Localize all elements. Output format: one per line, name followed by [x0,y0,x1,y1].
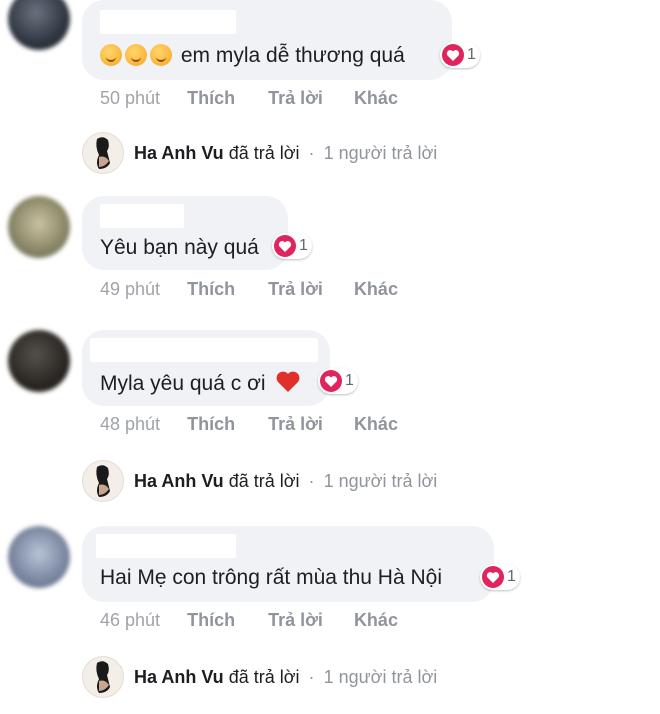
commenter-avatar[interactable] [8,526,70,588]
replier-avatar [82,656,124,698]
replier-name[interactable]: Ha Anh Vu [134,143,224,163]
more-button[interactable]: Khác [354,88,398,109]
replier-avatar [82,132,124,174]
comment-actions: 46 phút Thích Trả lời Khác [100,610,398,631]
smiling-face-icon [150,44,172,66]
reply-summary-text: Ha Anh Vu đã trả lời · 1 người trả lời [134,471,437,492]
smiling-face-icon [100,44,122,66]
reply-summary-text: Ha Anh Vu đã trả lời · 1 người trả lời [134,143,437,164]
love-reaction-icon [482,566,504,588]
replier-name[interactable]: Ha Anh Vu [134,667,224,687]
comment-bubble[interactable]: Myla yêu quá c ơi [82,330,330,406]
reaction-count: 1 [345,372,354,389]
replier-avatar [82,460,124,502]
comment-time[interactable]: 50 phút [100,88,160,109]
like-button[interactable]: Thích [187,279,235,300]
comment-text-content: Hai Mẹ con trông rất mùa thu Hà Nội [100,566,442,589]
more-button[interactable]: Khác [354,414,398,435]
love-reaction-icon [320,370,342,392]
reply-summary[interactable]: Ha Anh Vu đã trả lời · 1 người trả lời [82,132,437,174]
reply-button[interactable]: Trả lời [268,88,323,109]
reaction-count: 1 [467,46,476,63]
comment-time[interactable]: 46 phút [100,610,160,631]
commenter-name-redacted [100,204,184,228]
comment-time[interactable]: 49 phút [100,279,160,300]
reply-button[interactable]: Trả lời [268,414,323,435]
comment-text: Yêu bạn này quá [100,236,259,260]
more-button[interactable]: Khác [354,279,398,300]
comment-text-content: em myla dễ thương quá [180,44,405,67]
reply-verb: đã trả lời [228,142,300,163]
commenter-avatar[interactable] [8,0,70,50]
smiling-face-icon [125,44,147,66]
reply-verb: đã trả lời [228,470,300,491]
reply-summary[interactable]: Ha Anh Vu đã trả lời · 1 người trả lời [82,656,437,698]
commenter-name-redacted [100,10,236,34]
reaction-badge[interactable]: 1 [440,42,480,68]
commenter-avatar[interactable] [8,196,70,258]
replier-name[interactable]: Ha Anh Vu [134,471,224,491]
love-reaction-icon [442,44,464,66]
reply-summary[interactable]: Ha Anh Vu đã trả lời · 1 người trả lời [82,460,437,502]
separator: · [308,470,315,491]
comment-bubble[interactable]: Yêu bạn này quá [82,196,288,270]
comment-actions: 48 phút Thích Trả lời Khác [100,414,398,435]
commenter-name-redacted [90,338,318,362]
love-reaction-icon [274,235,296,257]
comment-bubble[interactable]: em myla dễ thương quá [82,0,452,80]
reaction-count: 1 [299,237,308,254]
comment-text-content: Yêu bạn này quá [100,236,259,259]
comment-time[interactable]: 48 phút [100,414,160,435]
reply-count: 1 người trả lời [323,142,438,163]
reaction-badge[interactable]: 1 [272,233,312,259]
reply-count: 1 người trả lời [323,470,438,491]
reaction-count: 1 [507,568,516,585]
reply-verb: đã trả lời [228,666,300,687]
like-button[interactable]: Thích [187,414,235,435]
commenter-avatar[interactable] [8,330,70,392]
red-heart-icon [276,371,300,392]
comment-text: Hai Mẹ con trông rất mùa thu Hà Nội [100,566,442,590]
reply-button[interactable]: Trả lời [268,610,323,631]
comment-text: Myla yêu quá c ơi [100,370,301,396]
comment-actions: 49 phút Thích Trả lời Khác [100,279,398,300]
reply-button[interactable]: Trả lời [268,279,323,300]
like-button[interactable]: Thích [187,88,235,109]
separator: · [308,142,315,163]
commenter-name-redacted [96,534,236,558]
separator: · [308,666,315,687]
reply-count: 1 người trả lời [323,666,438,687]
reaction-badge[interactable]: 1 [318,368,358,394]
reaction-badge[interactable]: 1 [480,564,520,590]
comment-bubble[interactable]: Hai Mẹ con trông rất mùa thu Hà Nội [82,526,494,602]
reply-summary-text: Ha Anh Vu đã trả lời · 1 người trả lời [134,667,437,688]
comment-text-content: Myla yêu quá c ơi [100,372,266,395]
comment-text: em myla dễ thương quá [100,44,405,68]
like-button[interactable]: Thích [187,610,235,631]
comment-actions: 50 phút Thích Trả lời Khác [100,88,398,109]
more-button[interactable]: Khác [354,610,398,631]
